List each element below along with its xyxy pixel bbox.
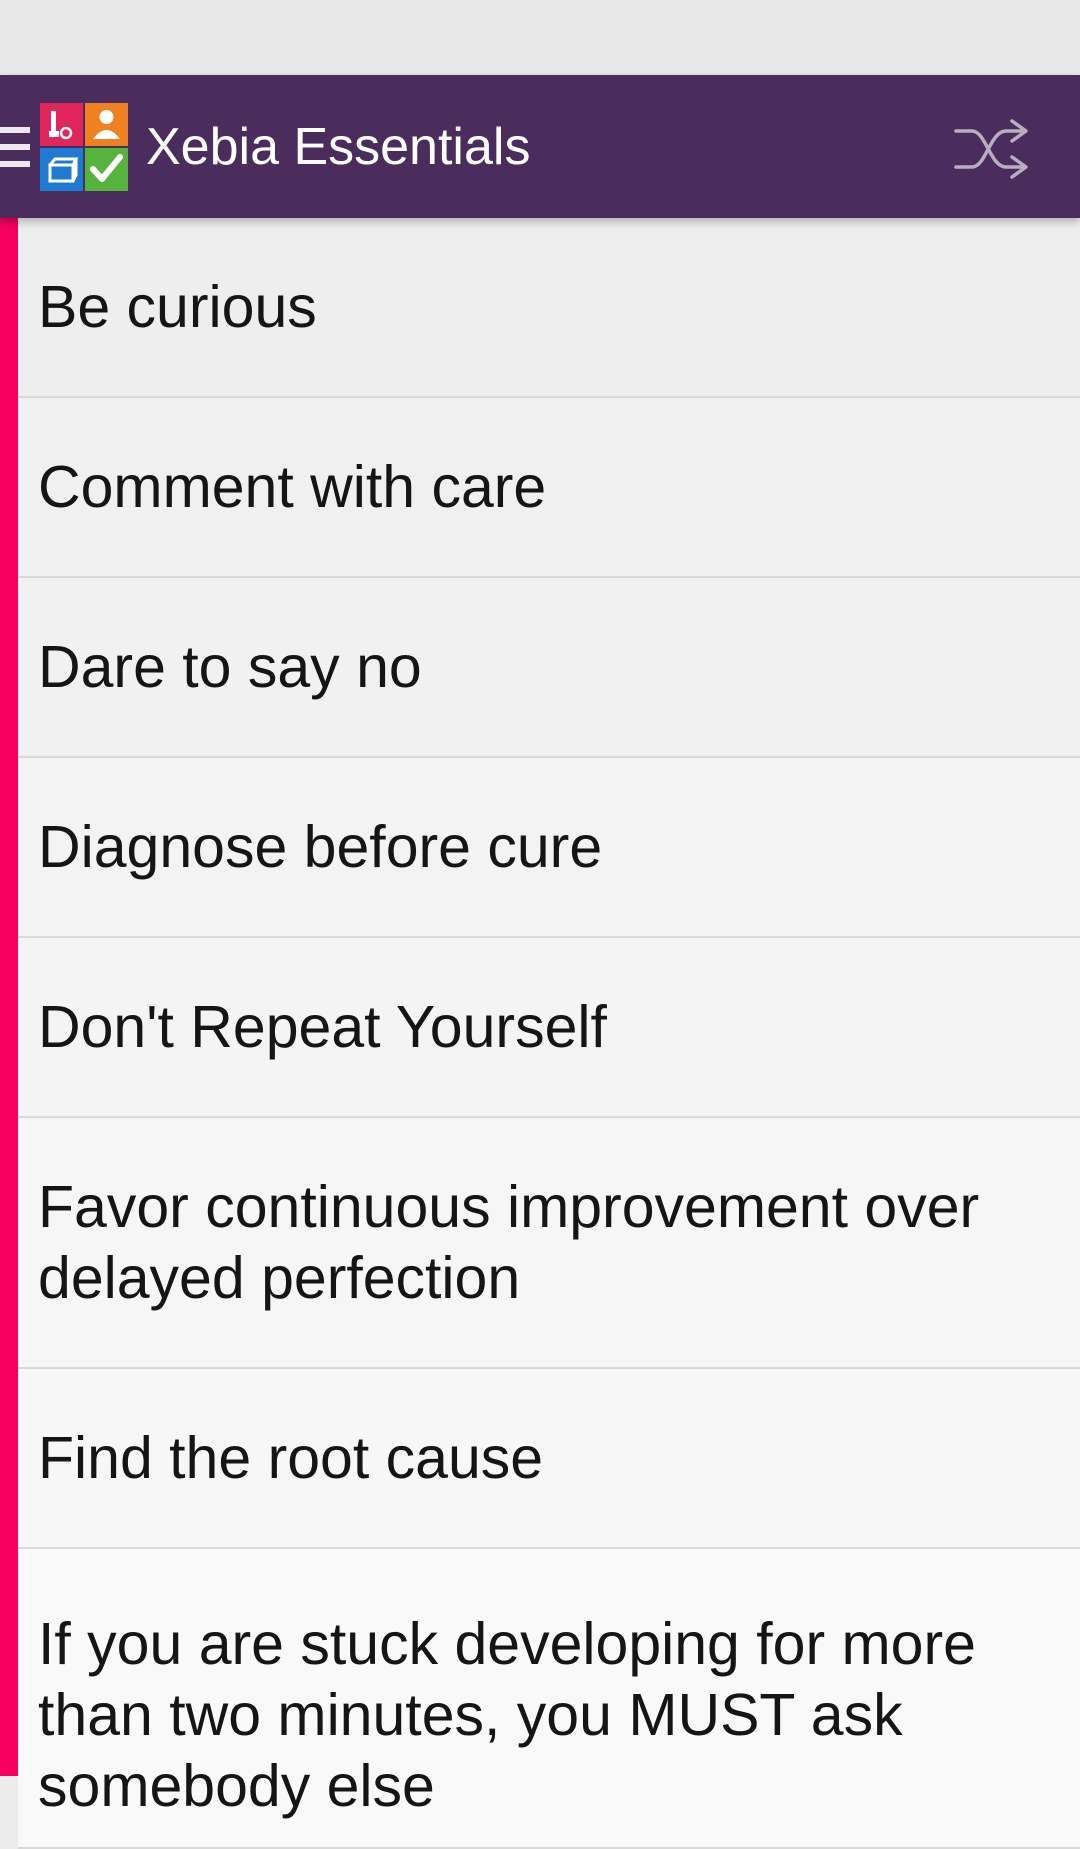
list-item[interactable]: Don't Repeat Yourself bbox=[18, 938, 1080, 1118]
list-item-label: If you are stuck developing for more tha… bbox=[38, 1611, 976, 1819]
list-item[interactable]: Dare to say no bbox=[18, 578, 1080, 758]
list-item-label: Diagnose before cure bbox=[38, 813, 603, 880]
list-item-label: Find the root cause bbox=[38, 1424, 544, 1491]
menu-icon[interactable] bbox=[0, 127, 30, 169]
list-item-label: Don't Repeat Yourself bbox=[38, 993, 607, 1060]
status-bar bbox=[0, 0, 1080, 75]
essentials-list: Be curious Comment with care Dare to say… bbox=[18, 218, 1080, 1849]
list-item-label: Comment with care bbox=[38, 453, 547, 520]
list-item[interactable]: Be curious bbox=[18, 218, 1080, 398]
app-title: Xebia Essentials bbox=[146, 118, 531, 176]
app-logo[interactable] bbox=[40, 103, 128, 191]
list-item[interactable]: Favor continuous improvement over delaye… bbox=[18, 1118, 1080, 1369]
list-item[interactable]: Find the root cause bbox=[18, 1369, 1080, 1549]
shuffle-icon[interactable] bbox=[952, 109, 1034, 185]
list-item-label: Favor continuous improvement over delaye… bbox=[38, 1173, 980, 1311]
list-item[interactable]: Comment with care bbox=[18, 398, 1080, 578]
list-item-label: Be curious bbox=[38, 273, 317, 340]
app-bar: Xebia Essentials bbox=[0, 75, 1080, 218]
list-item-label: Dare to say no bbox=[38, 633, 422, 700]
list-accent-strip bbox=[0, 218, 18, 1776]
list-item[interactable]: If you are stuck developing for more tha… bbox=[18, 1549, 1080, 1849]
list-item[interactable]: Diagnose before cure bbox=[18, 758, 1080, 938]
